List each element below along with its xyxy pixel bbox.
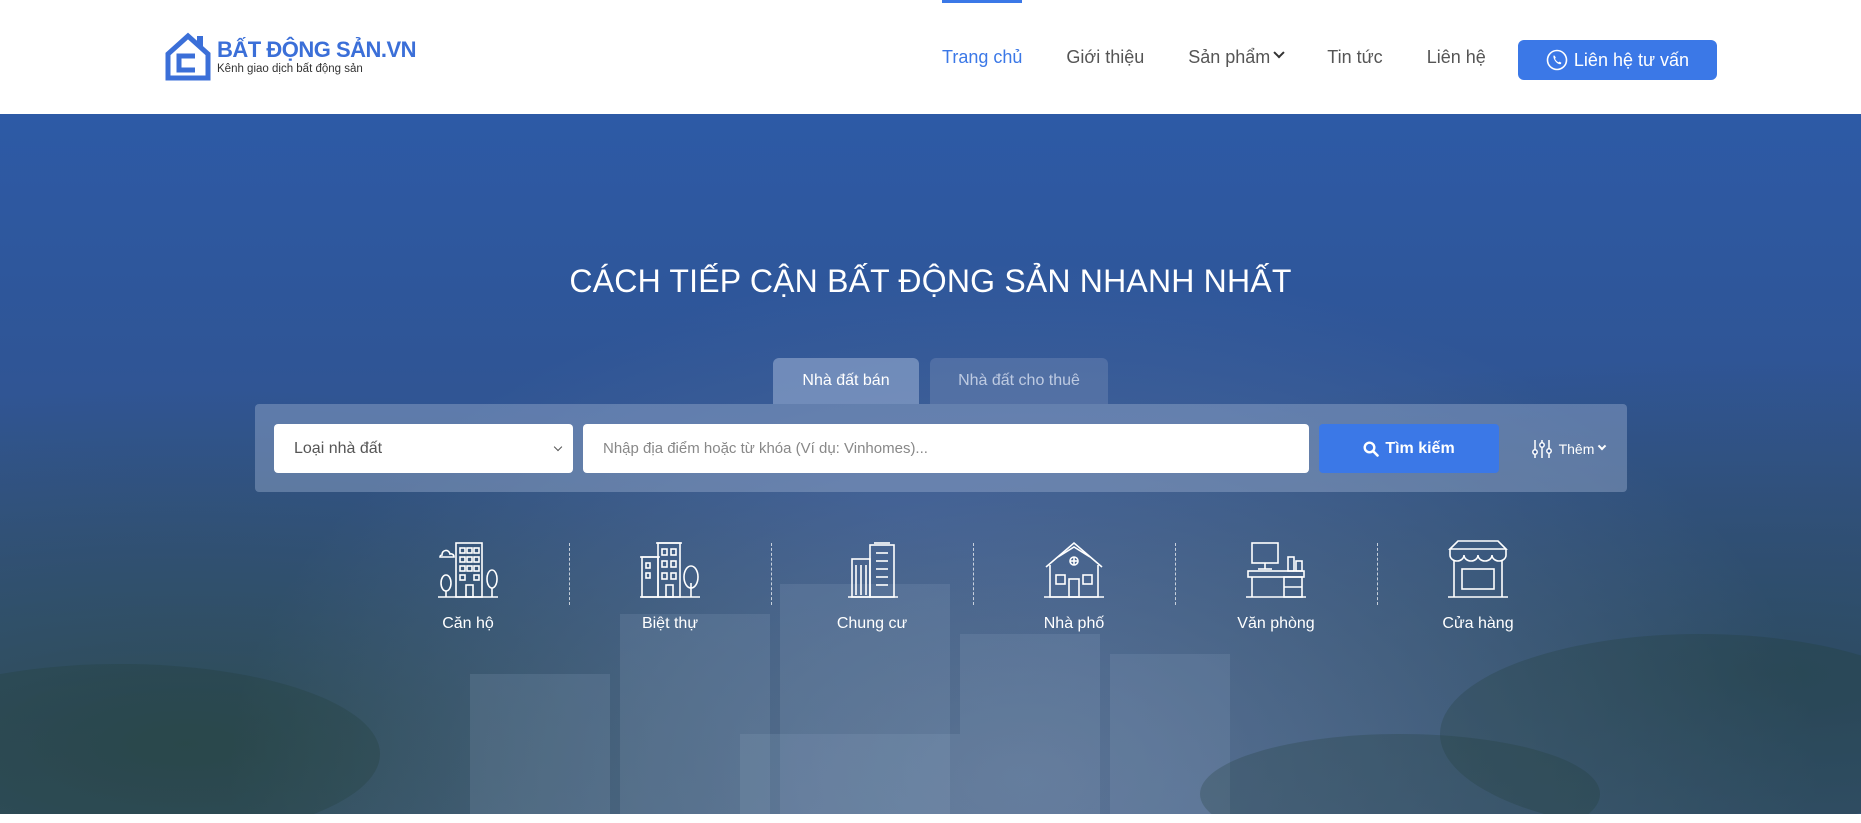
nav-item-contact[interactable]: Liên hệ <box>1427 0 1486 114</box>
chevron-down-icon <box>553 442 563 452</box>
category-label: Biệt thự <box>641 615 699 632</box>
category-label: Nhà phố <box>1043 615 1105 632</box>
search-input[interactable] <box>583 424 1309 473</box>
tab-for-sale[interactable]: Nhà đất bán <box>773 358 919 404</box>
villa-icon <box>640 542 700 598</box>
site-logo[interactable]: BẤT ĐỘNG SẢN.VN Kênh giao dịch bất động … <box>165 32 417 82</box>
search-panel: Loại nhà đất Tìm kiếm Thêm <box>255 404 1627 492</box>
site-header: BẤT ĐỘNG SẢN.VN Kênh giao dịch bất động … <box>0 0 1861 114</box>
property-type-select[interactable]: Loại nhà đất <box>274 424 573 473</box>
nav-item-about[interactable]: Giới thiệu <box>1066 0 1144 114</box>
more-filters-button[interactable]: Thêm <box>1523 424 1613 473</box>
category-condominium[interactable]: Chung cư <box>771 539 973 649</box>
logo-title: BẤT ĐỘNG SẢN.VN <box>217 37 417 62</box>
listing-type-tabs: Nhà đất bán Nhà đất cho thuê <box>773 358 1108 404</box>
hero-section: CÁCH TIẾP CẬN BẤT ĐỘNG SẢN NHANH NHẤT Nh… <box>0 114 1861 814</box>
main-nav: Trang chủ Giới thiệu Sản phẩm Tin tức Li… <box>942 0 1530 114</box>
category-list: Căn hộ Biệt thự Chung cư Nhà phố Văn phò… <box>367 539 1579 649</box>
tab-for-rent[interactable]: Nhà đất cho thuê <box>930 358 1108 404</box>
sliders-icon <box>1531 439 1552 458</box>
phone-icon <box>1546 49 1568 71</box>
category-label: Cửa hàng <box>1442 615 1514 632</box>
office-icon <box>1246 542 1306 598</box>
cta-label: Liên hệ tư vấn <box>1573 49 1690 70</box>
nav-item-products[interactable]: Sản phẩm <box>1188 0 1285 114</box>
category-townhouse[interactable]: Nhà phố <box>973 539 1175 649</box>
category-apartment[interactable]: Căn hộ <box>367 539 569 649</box>
search-button[interactable]: Tìm kiếm <box>1319 424 1499 473</box>
logo-subtitle: Kênh giao dịch bất động sản <box>217 63 363 75</box>
chevron-down-icon <box>1598 441 1607 450</box>
apartment-icon <box>438 542 498 598</box>
store-icon <box>1448 540 1508 598</box>
nav-item-home[interactable]: Trang chủ <box>942 0 1023 114</box>
condominium-icon <box>848 542 898 598</box>
townhouse-icon <box>1044 541 1104 598</box>
category-label: Căn hộ <box>442 615 494 632</box>
category-store[interactable]: Cửa hàng <box>1377 539 1579 649</box>
nav-item-news[interactable]: Tin tức <box>1327 0 1382 114</box>
hero-title: CÁCH TIẾP CẬN BẤT ĐỘNG SẢN NHANH NHẤT <box>569 263 1292 299</box>
category-villa[interactable]: Biệt thự <box>569 539 771 649</box>
category-office[interactable]: Văn phòng <box>1175 539 1377 649</box>
house-logo-icon <box>165 32 211 81</box>
chevron-down-icon <box>1273 47 1285 59</box>
category-label: Văn phòng <box>1237 615 1315 632</box>
search-icon <box>1363 440 1380 457</box>
category-label: Chung cư <box>836 615 908 632</box>
contact-consult-button[interactable]: Liên hệ tư vấn <box>1518 40 1717 80</box>
